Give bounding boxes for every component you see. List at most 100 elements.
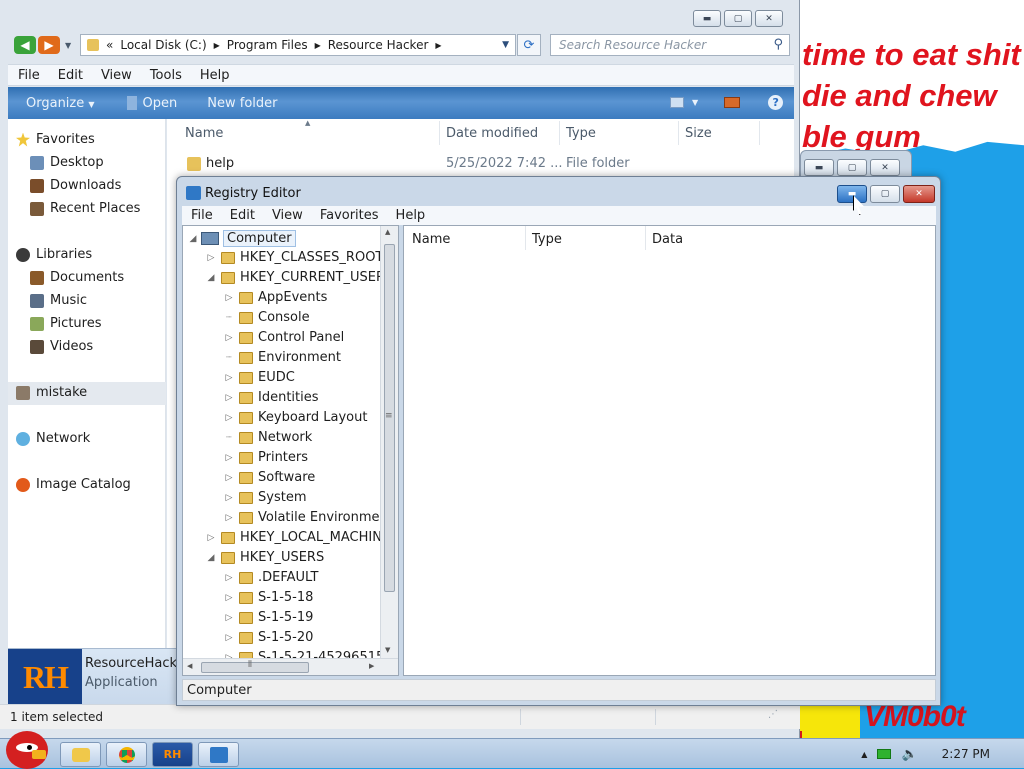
maximize-button[interactable]: ▢ (837, 159, 867, 176)
breadcrumb-separator-icon[interactable]: ▶ (315, 41, 321, 50)
menu-edit[interactable]: Edit (58, 68, 83, 83)
tree-node[interactable]: ▷ S-1-5-19 (223, 610, 314, 625)
expand-icon[interactable]: ▷ (223, 593, 235, 603)
expand-icon[interactable]: ▷ (223, 373, 235, 383)
column-divider[interactable] (439, 121, 440, 145)
tree-node-hkey-classes-root[interactable]: ▷ HKEY_CLASSES_ROOT (205, 250, 384, 265)
menu-edit[interactable]: Edit (230, 208, 255, 223)
menu-file[interactable]: File (18, 68, 40, 83)
nav-downloads[interactable]: Downloads (30, 178, 121, 193)
column-divider[interactable] (645, 226, 646, 250)
close-button[interactable]: ✕ (755, 10, 783, 27)
nav-pictures[interactable]: Pictures (30, 316, 101, 331)
column-header-size[interactable]: Size (685, 126, 712, 141)
tree-node[interactable]: ▷ Software (223, 470, 316, 485)
scroll-right-icon[interactable]: ▶ (369, 662, 374, 670)
minimize-button[interactable]: ▬ (804, 159, 834, 176)
view-options-chevron-icon[interactable]: ▼ (692, 98, 698, 107)
menu-view[interactable]: View (101, 68, 132, 83)
menu-help[interactable]: Help (200, 68, 230, 83)
nav-music[interactable]: Music (30, 293, 87, 308)
organize-button[interactable]: Organize ▼ (26, 96, 95, 111)
nav-network[interactable]: Network (16, 431, 90, 446)
tree-node-hkey-local-machine[interactable]: ▷ HKEY_LOCAL_MACHINE (205, 530, 391, 545)
change-view-icon[interactable] (670, 97, 684, 108)
menu-favorites[interactable]: Favorites (320, 208, 379, 223)
expand-icon[interactable]: ▷ (223, 413, 235, 423)
file-row[interactable]: help 5/25/2022 7:42 ... File folder (185, 155, 775, 173)
tree-node-hkey-current-user[interactable]: ◢ HKEY_CURRENT_USER (205, 270, 385, 285)
expand-icon[interactable]: ▷ (223, 613, 235, 623)
maximize-button[interactable]: ▢ (724, 10, 752, 27)
taskbar-item-registry-editor[interactable] (198, 742, 239, 767)
tree-node[interactable]: ┈ Network (223, 430, 312, 445)
collapse-icon[interactable]: ◢ (205, 273, 217, 283)
breadcrumb-item[interactable]: Resource Hacker (328, 38, 429, 52)
clock[interactable]: 2:27 PM (942, 747, 990, 761)
tree-horizontal-scrollbar[interactable]: ◀ ⦀ ▶ (183, 658, 398, 675)
breadcrumb-item[interactable]: Local Disk (C:) (120, 38, 206, 52)
tree-vertical-scrollbar[interactable]: ▲ ≡ ▼ (380, 226, 398, 658)
nav-desktop[interactable]: Desktop (30, 155, 104, 170)
tree-node[interactable]: ▷ AppEvents (223, 290, 328, 305)
expand-icon[interactable]: ▷ (223, 493, 235, 503)
help-icon[interactable]: ? (768, 95, 784, 110)
search-input[interactable]: Search Resource Hacker ⚲ (550, 34, 790, 56)
start-button[interactable] (6, 731, 48, 769)
scroll-up-icon[interactable]: ▲ (385, 228, 390, 236)
column-header-name[interactable]: Name (185, 126, 223, 141)
tree-node[interactable]: ▷ S-1-5-20 (223, 630, 314, 645)
resize-grip-icon[interactable]: ⋰ (768, 709, 778, 720)
nav-image-catalog[interactable]: Image Catalog (16, 477, 131, 492)
expand-icon[interactable]: ▷ (223, 393, 235, 403)
column-header-type[interactable]: Type (566, 126, 596, 141)
network-status-icon[interactable] (877, 749, 892, 759)
tree-node[interactable]: ▷ Control Panel (223, 330, 345, 345)
scrollbar-thumb[interactable]: ≡ (384, 244, 395, 592)
expand-icon[interactable]: ▷ (223, 333, 235, 343)
column-header-type[interactable]: Type (532, 232, 562, 247)
tree-node[interactable]: ▷ Printers (223, 450, 309, 465)
collapse-icon[interactable]: ◢ (187, 234, 199, 244)
column-header-data[interactable]: Data (652, 232, 683, 247)
breadcrumb-separator-icon[interactable]: ▶ (435, 41, 441, 50)
expand-icon[interactable]: ▷ (223, 573, 235, 583)
address-dropdown-icon[interactable]: ▼ (502, 40, 509, 50)
nav-libraries[interactable]: Libraries (16, 247, 92, 262)
taskbar-item-folder[interactable] (60, 742, 101, 767)
search-icon[interactable]: ⚲ (773, 37, 783, 52)
scroll-down-icon[interactable]: ▼ (385, 646, 390, 654)
breadcrumb-overflow[interactable]: « (106, 38, 113, 52)
scrollbar-thumb[interactable]: ⦀ (201, 660, 309, 673)
tree-node[interactable]: ▷ System (223, 490, 307, 505)
column-header-date[interactable]: Date modified (446, 126, 538, 141)
expand-icon[interactable]: ▷ (223, 473, 235, 483)
tree-node[interactable]: ▷ S-1-5-18 (223, 590, 314, 605)
expand-icon[interactable]: ▷ (223, 293, 235, 303)
close-button[interactable]: ✕ (870, 159, 900, 176)
maximize-button[interactable]: ▢ (870, 185, 900, 203)
menu-view[interactable]: View (272, 208, 303, 223)
tree-node[interactable]: ▷ EUDC (223, 370, 295, 385)
show-hidden-icons-icon[interactable]: ▲ (861, 750, 867, 759)
tree-node[interactable]: ▷ Volatile Environment (223, 510, 393, 525)
taskbar-item-chrome[interactable] (106, 742, 147, 767)
preview-pane-icon[interactable] (724, 97, 741, 108)
column-divider[interactable] (525, 226, 526, 250)
tree-node[interactable]: ┈ Environment (223, 350, 341, 365)
tree-node-computer[interactable]: ◢ Computer (187, 230, 296, 247)
close-button[interactable]: ✕ (903, 185, 935, 203)
new-folder-button[interactable]: New folder (207, 96, 277, 111)
minimize-button[interactable]: ▬ (837, 185, 867, 203)
recent-pages-chevron-icon[interactable]: ▼ (65, 41, 75, 50)
breadcrumb-separator-icon[interactable]: ▶ (214, 41, 220, 50)
menu-file[interactable]: File (191, 208, 213, 223)
nav-documents[interactable]: Documents (30, 270, 124, 285)
refresh-button[interactable]: ⟳ (517, 34, 541, 56)
expand-icon[interactable]: ▷ (223, 513, 235, 523)
nav-mistake[interactable]: mistake (16, 385, 87, 400)
column-divider[interactable] (559, 121, 560, 145)
menu-tools[interactable]: Tools (150, 68, 182, 83)
tree-node[interactable]: ▷ .DEFAULT (223, 570, 319, 585)
tree-node[interactable]: ▷ Identities (223, 390, 319, 405)
